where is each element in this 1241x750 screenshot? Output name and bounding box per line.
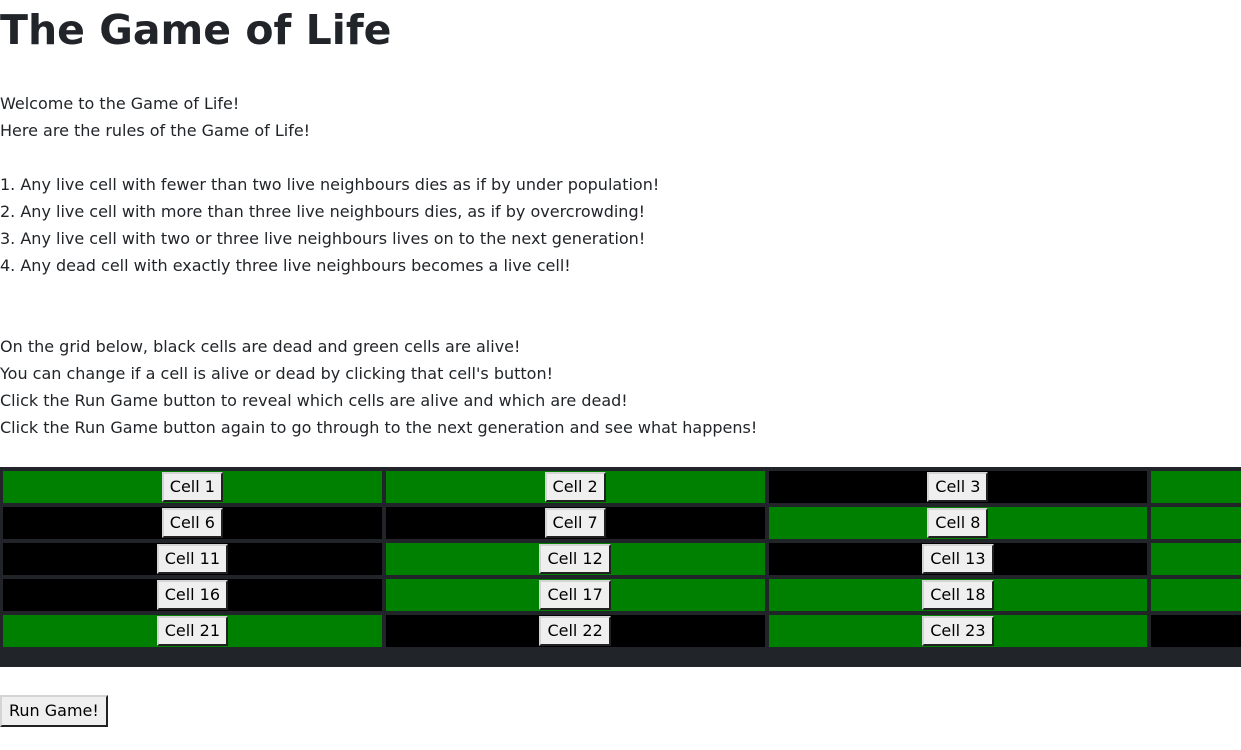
grid-cell-alive [1151,579,1241,611]
rule-1: 1. Any live cell with fewer than two liv… [0,175,660,194]
instruction-run-game: Click the Run Game button to reveal whic… [0,391,628,410]
rule-3: 3. Any live cell with two or three live … [0,229,646,248]
grid-cell-dead: Cell 6 [3,507,382,539]
grid-cell-alive: Cell 8 [768,507,1148,539]
cell-toggle-button[interactable]: Cell 21 [156,616,229,646]
rules-heading-line: Here are the rules of the Game of Life! [0,121,311,140]
grid-cell-alive: Cell 21 [3,615,382,647]
cell-toggle-button[interactable]: Cell 6 [161,508,223,538]
cell-toggle-button[interactable]: Cell 18 [922,580,994,610]
life-grid: Cell 1 Cell 2 Cell 3 Cell 6 Cell 7 Cell 8 Cell… [0,467,1241,667]
cell-toggle-button[interactable]: Cell 2 [544,472,606,502]
grid-row: Cell 16 Cell 17 Cell 18 [3,579,1241,611]
cell-toggle-button[interactable]: Cell 12 [539,544,611,574]
intro-text: Welcome to the Game of Life! Here are th… [0,90,1241,441]
cell-toggle-button[interactable]: Cell 8 [927,508,989,538]
grid-cell-dead: Cell 3 [768,471,1148,503]
cell-toggle-button[interactable]: Cell 16 [156,580,229,610]
grid-row: Cell 6 Cell 7 Cell 8 [3,507,1241,539]
life-grid-table: Cell 1 Cell 2 Cell 3 Cell 6 Cell 7 Cell 8 Cell… [0,467,1241,651]
cell-toggle-button[interactable]: Cell 1 [161,472,223,502]
grid-cell-alive: Cell 18 [768,579,1148,611]
grid-cell-dead: Cell 16 [3,579,382,611]
welcome-line: Welcome to the Game of Life! [0,94,240,113]
page-title: The Game of Life [0,6,392,54]
grid-cell-alive [1151,507,1241,539]
grid-cell-alive [1151,543,1241,575]
grid-cell-alive: Cell 23 [768,615,1148,647]
instruction-grid-legend: On the grid below, black cells are dead … [0,337,521,356]
grid-row: Cell 21 Cell 22 Cell 23 [3,615,1241,647]
cell-toggle-button[interactable]: Cell 23 [922,616,994,646]
cell-toggle-button[interactable]: Cell 13 [922,544,994,574]
rule-2: 2. Any live cell with more than three li… [0,202,646,221]
grid-row: Cell 11 Cell 12 Cell 13 [3,543,1241,575]
grid-cell-dead: Cell 7 [385,507,765,539]
cell-toggle-button[interactable]: Cell 3 [927,472,989,502]
grid-cell-alive: Cell 2 [385,471,765,503]
cell-toggle-button[interactable]: Cell 11 [156,544,229,574]
grid-cell-alive: Cell 17 [385,579,765,611]
cell-toggle-button[interactable]: Cell 7 [544,508,606,538]
grid-cell-dead [1151,615,1241,647]
instruction-toggle-cell: You can change if a cell is alive or dea… [0,364,553,383]
rule-4: 4. Any dead cell with exactly three live… [0,256,571,275]
grid-cell-dead: Cell 11 [3,543,382,575]
grid-cell-alive: Cell 12 [385,543,765,575]
cell-toggle-button[interactable]: Cell 22 [539,616,611,646]
grid-cell-dead: Cell 13 [768,543,1148,575]
grid-cell-alive: Cell 1 [3,471,382,503]
run-game-button[interactable]: Run Game! [0,695,108,727]
grid-cell-dead: Cell 22 [385,615,765,647]
cell-toggle-button[interactable]: Cell 17 [539,580,611,610]
instruction-next-generation: Click the Run Game button again to go th… [0,418,758,437]
grid-row: Cell 1 Cell 2 Cell 3 [3,471,1241,503]
grid-cell-alive [1151,471,1241,503]
game-of-life-page: The Game of Life Welcome to the Game of … [0,0,1241,750]
